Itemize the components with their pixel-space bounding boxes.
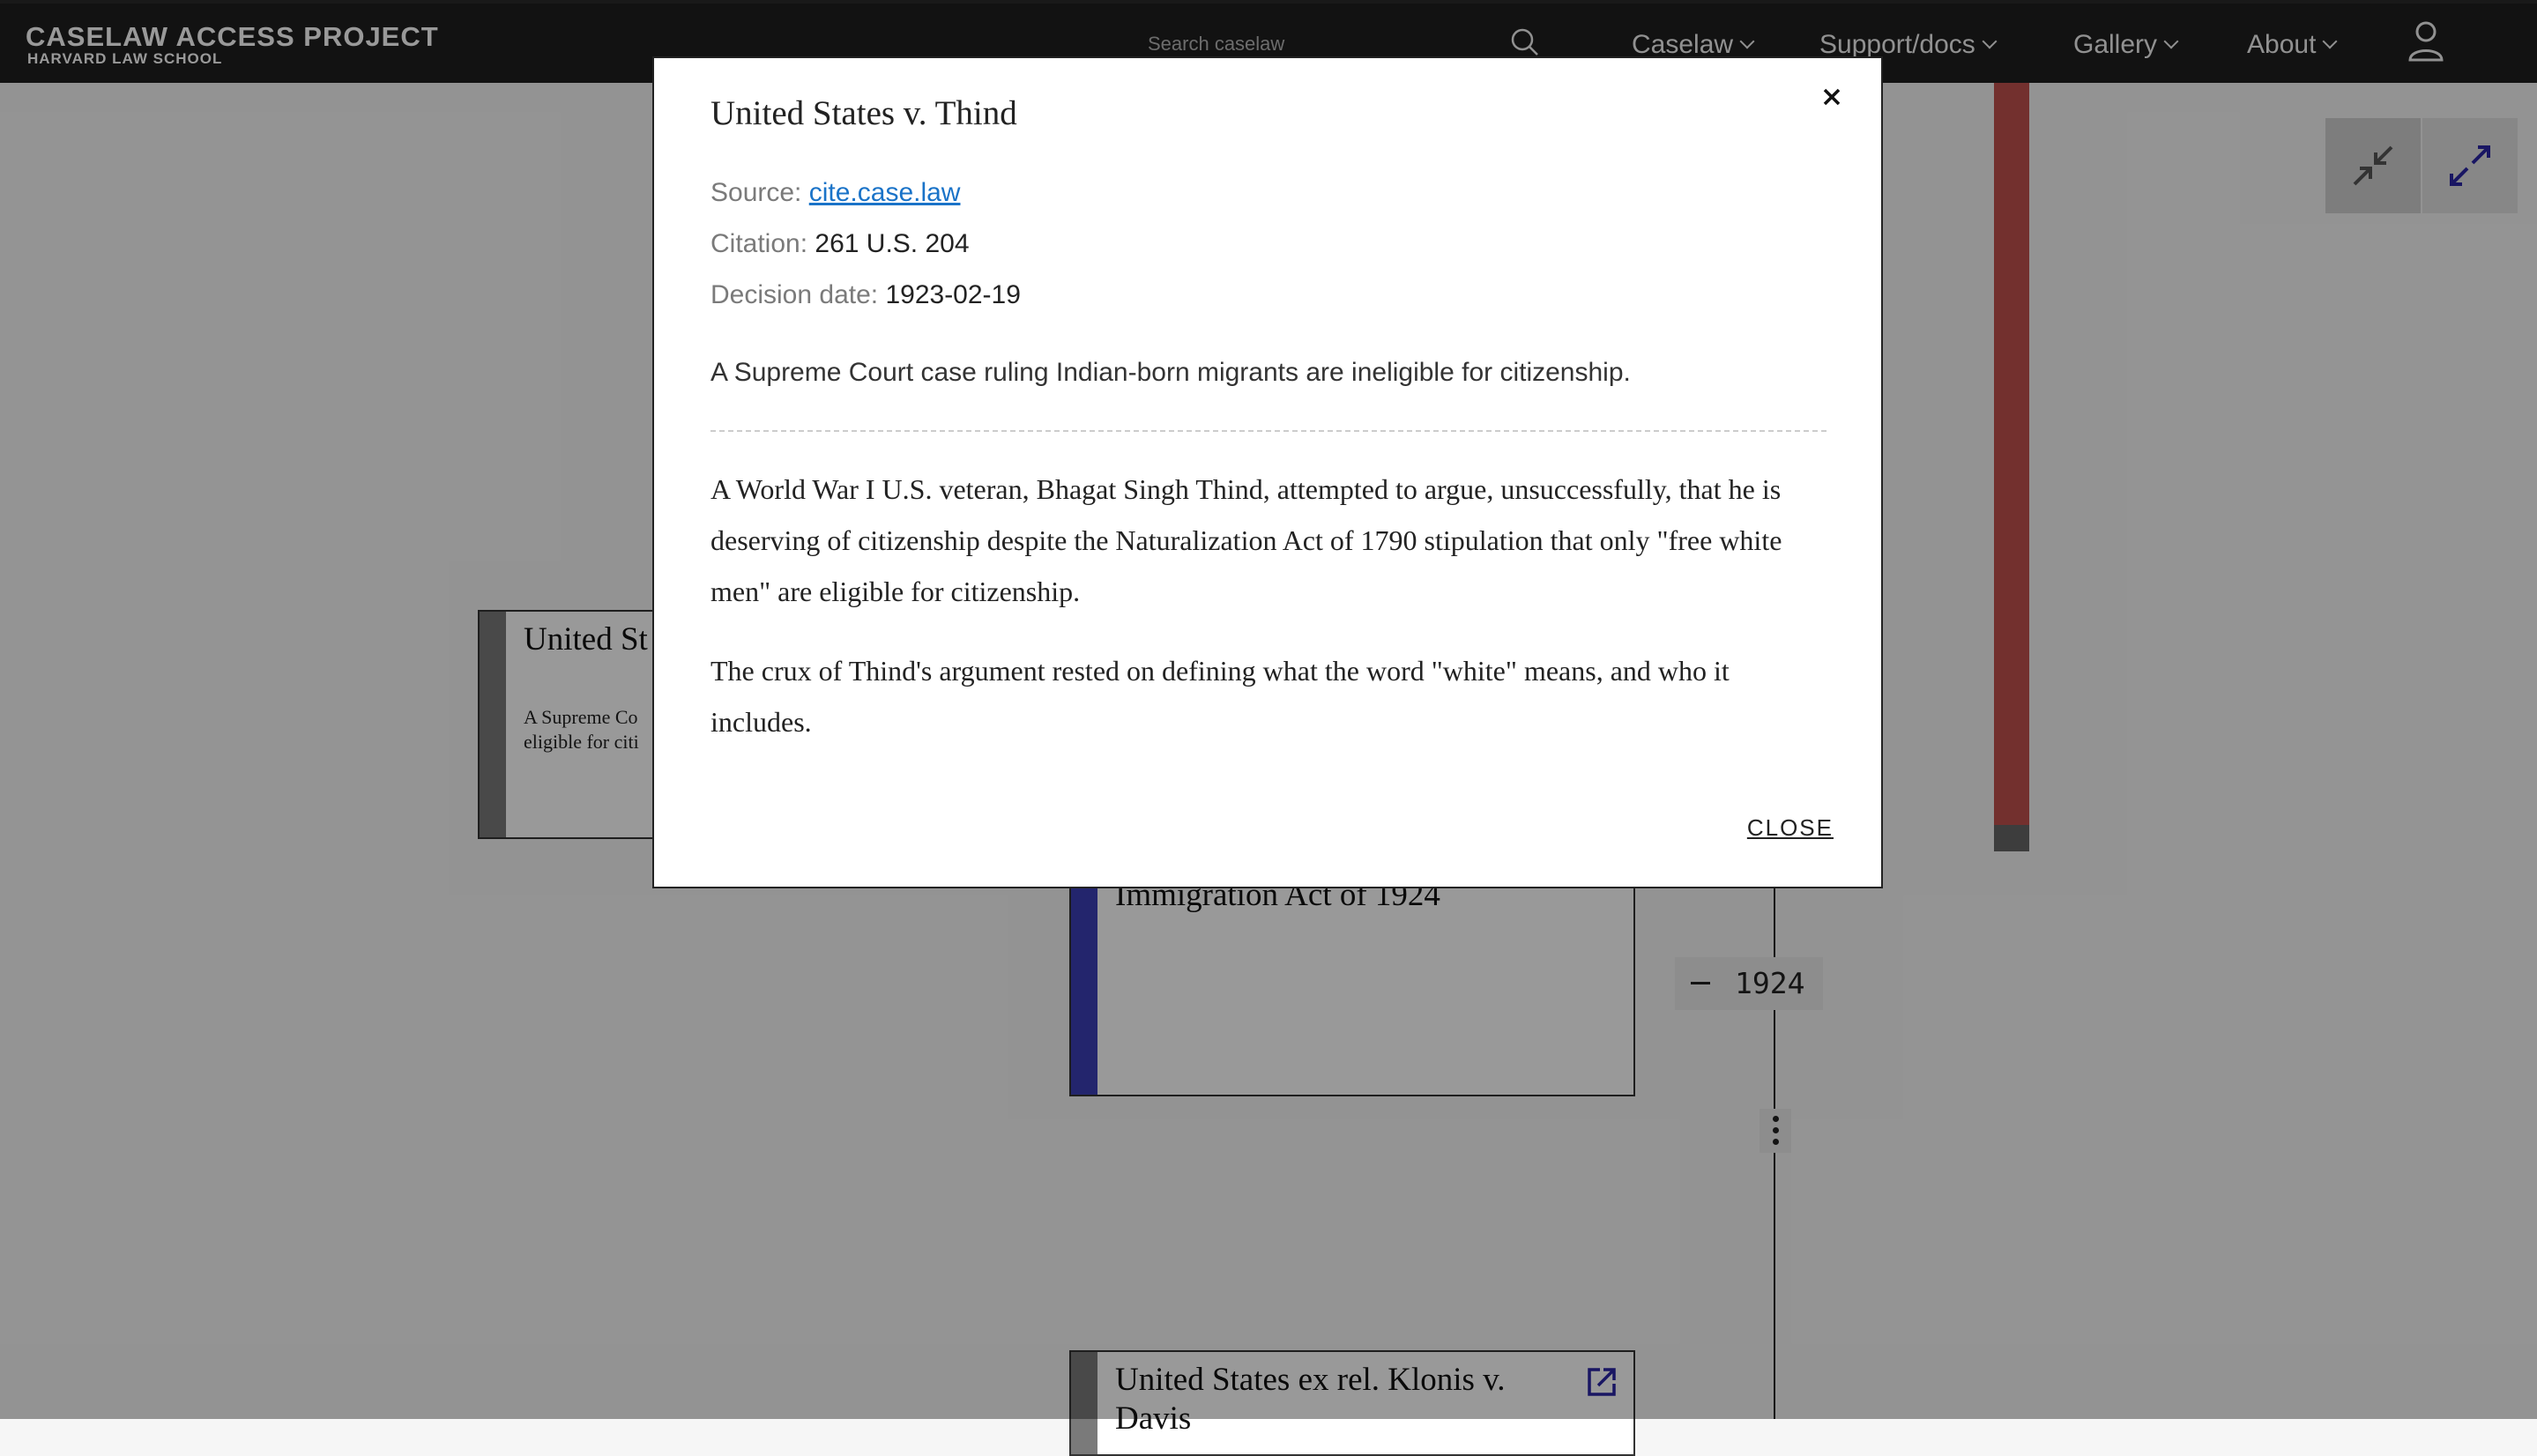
citation-value: 261 U.S. 204 xyxy=(815,229,970,258)
decision-date-label: Decision date: xyxy=(711,280,879,309)
description-paragraph: The crux of Thind's argument rested on d… xyxy=(711,655,1730,738)
citation-label: Citation: xyxy=(711,229,808,258)
case-summary: A Supreme Court case ruling Indian-born … xyxy=(711,358,1631,387)
source-label: Source: xyxy=(711,178,802,207)
description-paragraph: A World War I U.S. veteran, Bhagat Singh… xyxy=(711,473,1782,607)
close-button[interactable]: CLOSE xyxy=(1747,814,1834,842)
divider xyxy=(711,430,1826,432)
case-description: A World War I U.S. veteran, Bhagat Singh… xyxy=(711,464,1830,776)
source-row: Source: cite.case.law xyxy=(711,178,960,208)
close-icon[interactable] xyxy=(1814,79,1849,115)
citation-row: Citation: 261 U.S. 204 xyxy=(711,229,970,259)
source-link[interactable]: cite.case.law xyxy=(809,178,961,207)
decision-date-row: Decision date: 1923-02-19 xyxy=(711,280,1021,310)
decision-date-value: 1923-02-19 xyxy=(885,280,1021,309)
case-detail-modal: United States v. Thind Source: cite.case… xyxy=(652,56,1883,888)
modal-title: United States v. Thind xyxy=(711,94,1017,132)
